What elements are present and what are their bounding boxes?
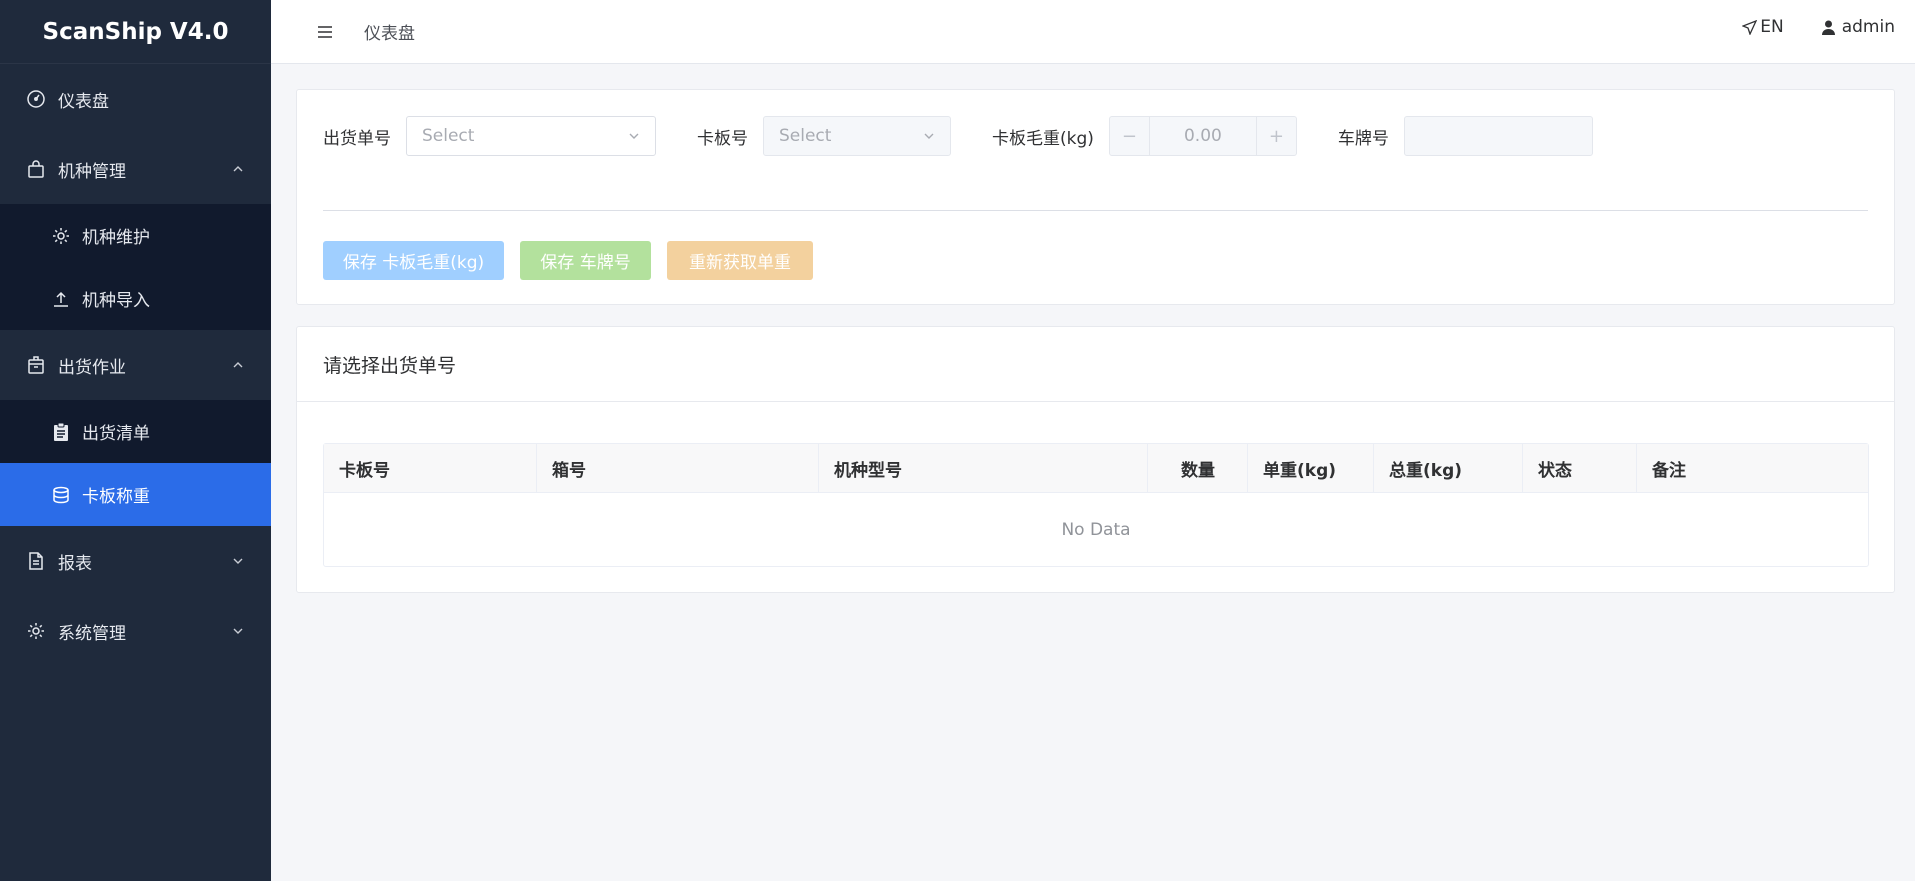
sidebar-item-label: 仪表盘 [58,91,109,112]
column-header[interactable]: 机种型号 [819,444,1148,492]
sidebar-item-dashboard[interactable]: 仪表盘 [0,64,271,134]
chevron-down-icon [231,624,245,638]
pallet-select-placeholder: Select [779,126,832,146]
table-empty-state: No Data [1061,519,1131,540]
sidebar-item-label: 出货清单 [82,424,150,444]
sidebar: ScanShip V4.0 仪表盘 机种管理 机种维护 机种导入 出货作业 出货… [0,0,271,881]
column-header[interactable]: 单重(kg) [1248,444,1374,492]
save-weight-button[interactable]: 保存 卡板毛重(kg) [323,241,504,280]
plate-input[interactable] [1403,116,1593,156]
sidebar-item-label: 机种维护 [82,228,150,248]
sidebar-item-model-maintenance[interactable]: 机种维护 [0,204,271,267]
section-title: 请选择出货单号 [297,327,1894,402]
weight-label: 卡板毛重(kg) [992,128,1094,149]
plate-label: 车牌号 [1337,128,1389,149]
sidebar-item-label: 系统管理 [58,623,126,644]
column-header[interactable]: 数量 [1148,444,1248,492]
sidebar-item-label: 机种导入 [82,291,150,311]
pallet-label: 卡板号 [697,128,748,149]
table-header: 卡板号 箱号 机种型号 数量 单重(kg) 总重(kg) 状态 备注 [324,444,1868,493]
bag-icon [25,158,47,180]
sidebar-item-shipping-list[interactable]: 出货清单 [0,400,271,463]
language-label: EN [1760,17,1784,37]
divider [323,210,1868,211]
package-icon [25,354,47,376]
column-header[interactable]: 箱号 [537,444,819,492]
breadcrumb[interactable]: 仪表盘 [364,19,415,44]
pallet-table: 卡板号 箱号 机种型号 数量 单重(kg) 总重(kg) 状态 备注 No Da… [323,443,1869,567]
user-name: admin [1841,17,1895,37]
order-select-placeholder: Select [422,126,475,146]
submenu-shipping: 出货清单 卡板称重 [0,400,271,526]
hamburger-icon[interactable] [317,24,333,40]
sidebar-item-model-import[interactable]: 机种导入 [0,267,271,330]
gear-icon [25,620,47,642]
language-switch[interactable]: EN [1742,17,1784,37]
sidebar-item-shipping[interactable]: 出货作业 [0,330,271,400]
sidebar-item-reports[interactable]: 报表 [0,526,271,596]
header-right: EN admin [1742,0,1895,54]
sidebar-item-system[interactable]: 系统管理 [0,596,271,666]
sidebar-item-model-management[interactable]: 机种管理 [0,134,271,204]
weight-stepper[interactable]: − 0.00 + [1108,116,1297,156]
chevron-up-icon [231,162,245,176]
pallet-table-card: 请选择出货单号 卡板号 箱号 机种型号 数量 单重(kg) 总重(kg) 状态 … [296,326,1895,593]
action-buttons: 保存 卡板毛重(kg) 保存 车牌号 重新获取单重 [323,241,829,280]
column-header[interactable]: 状态 [1523,444,1637,492]
order-select[interactable]: Select [406,116,656,156]
order-label: 出货单号 [323,128,391,149]
column-header[interactable]: 备注 [1637,444,1868,492]
decrement-button[interactable]: − [1110,117,1150,155]
app-logo: ScanShip V4.0 [0,0,271,64]
upload-icon [50,288,72,310]
sidebar-item-label: 报表 [58,553,92,574]
sidebar-item-pallet-weighing[interactable]: 卡板称重 [0,463,271,526]
chevron-up-icon [231,358,245,372]
column-header[interactable]: 卡板号 [324,444,537,492]
top-header: 仪表盘 EN admin [271,0,1915,64]
chevron-down-icon [231,554,245,568]
chevron-down-icon [922,129,936,143]
dashboard-icon [25,88,47,110]
pallet-select[interactable]: Select [763,116,951,156]
sidebar-item-label: 卡板称重 [82,487,150,507]
document-icon [25,550,47,572]
database-icon [50,484,72,506]
gear-icon [50,225,72,247]
increment-button[interactable]: + [1255,117,1296,155]
form-row: 出货单号 Select 卡板号 Select 卡板毛重(kg) − 0.00 +… [323,116,1593,156]
user-icon [1821,20,1835,35]
column-header[interactable]: 总重(kg) [1374,444,1523,492]
chevron-down-icon [627,129,641,143]
sidebar-item-label: 机种管理 [58,161,126,182]
sidebar-item-label: 出货作业 [58,357,126,378]
weighing-form-card: 出货单号 Select 卡板号 Select 卡板毛重(kg) − 0.00 +… [296,89,1895,305]
send-icon [1742,19,1758,35]
weight-value[interactable]: 0.00 [1150,126,1256,146]
submenu-model-management: 机种维护 机种导入 [0,204,271,330]
save-plate-button[interactable]: 保存 车牌号 [520,241,651,280]
clipboard-icon [50,421,72,443]
user-menu[interactable]: admin [1821,17,1895,37]
refetch-weight-button[interactable]: 重新获取单重 [667,241,813,280]
